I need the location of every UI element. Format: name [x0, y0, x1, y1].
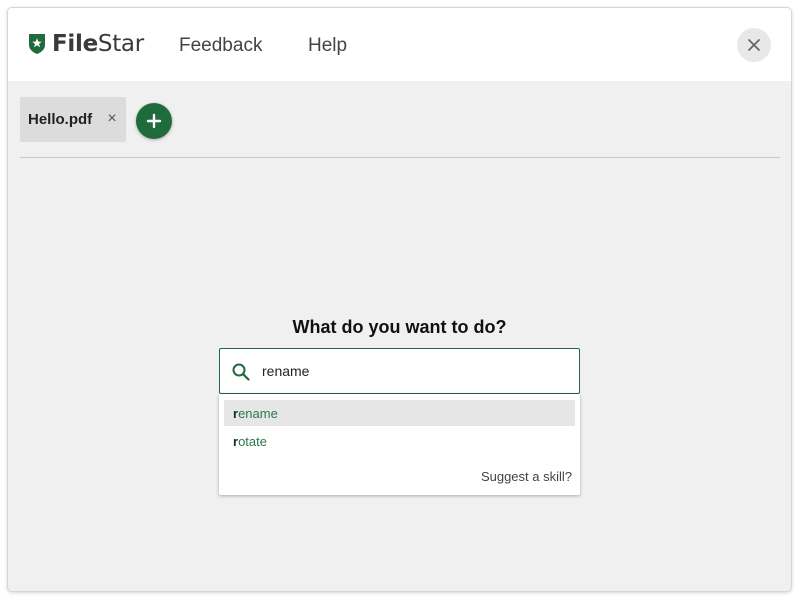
prompt-heading: What do you want to do?	[292, 317, 507, 337]
skill-search-box[interactable]	[219, 348, 580, 394]
tab-divider	[20, 157, 780, 158]
add-file-button[interactable]	[136, 103, 172, 139]
close-window-button[interactable]	[737, 28, 771, 62]
suggestion-rest: ename	[238, 405, 278, 421]
tab-close-button[interactable]: ×	[105, 111, 119, 127]
nav-feedback-link[interactable]: Feedback	[179, 35, 262, 57]
suggest-skill-link[interactable]: Suggest a skill?	[481, 469, 572, 484]
app-name-part1: File	[52, 31, 98, 57]
suggestion-rotate[interactable]: r otate	[224, 428, 575, 454]
app-logo: FileStar	[28, 32, 144, 56]
skill-search-input[interactable]	[262, 360, 562, 382]
plus-icon	[146, 113, 162, 129]
search-icon	[232, 363, 250, 381]
suggestions-dropdown: r ename r otate Suggest a skill?	[219, 394, 580, 495]
app-window: FileStar Feedback Help Hello.pdf × What …	[8, 8, 791, 591]
suggestion-rest: otate	[238, 433, 267, 449]
shield-star-icon	[29, 34, 45, 54]
nav-help-link[interactable]: Help	[308, 35, 347, 57]
suggestion-rename[interactable]: r ename	[224, 400, 575, 426]
header-bar: FileStar Feedback Help	[8, 8, 791, 81]
app-name-part2: Star	[97, 31, 144, 57]
close-icon	[748, 39, 760, 51]
tab-label: Hello.pdf	[28, 111, 93, 128]
tab-hello-pdf[interactable]: Hello.pdf ×	[20, 97, 126, 142]
app-name: FileStar	[52, 32, 144, 56]
